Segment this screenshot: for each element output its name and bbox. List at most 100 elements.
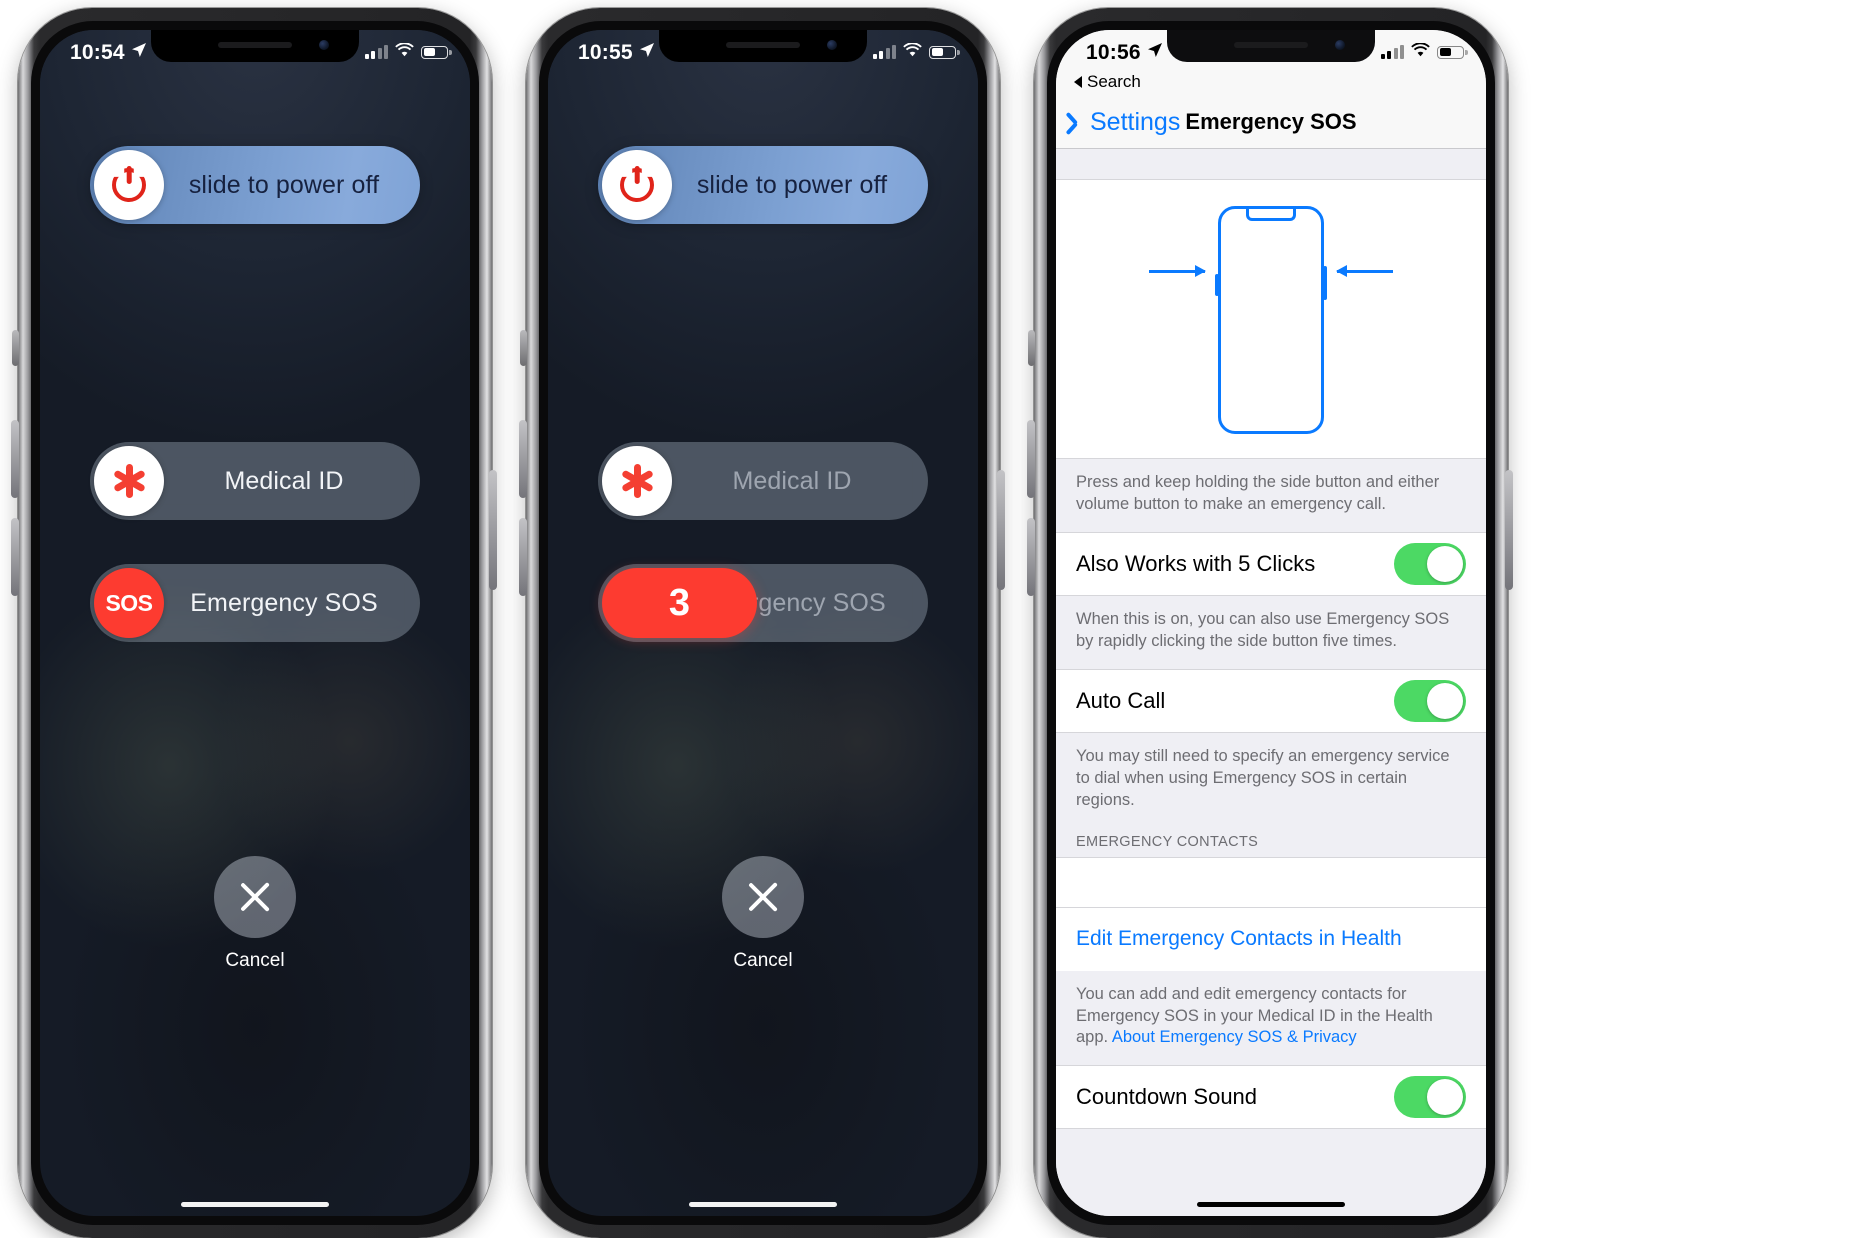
back-button-label: Settings	[1090, 107, 1181, 136]
cancel-button[interactable]	[722, 856, 804, 938]
cancel-label: Cancel	[733, 950, 793, 971]
status-time: 10:56	[1086, 40, 1141, 64]
five-clicks-footnote: When this is on, you can also use Emerge…	[1056, 595, 1486, 669]
medical-slider-wrap: Medical ID	[40, 442, 470, 520]
medical-id-slider[interactable]: Medical ID	[90, 442, 420, 520]
status-time: 10:54	[70, 40, 125, 64]
battery-icon	[929, 45, 960, 59]
arrow-left-icon	[1336, 265, 1393, 277]
sos-countdown-badge[interactable]: 3	[602, 568, 757, 638]
top-spacer	[1056, 149, 1486, 179]
battery-icon	[1437, 45, 1468, 59]
signal-bars-icon	[364, 44, 388, 59]
silent-switch[interactable]	[1028, 330, 1035, 366]
side-button-marker	[1323, 266, 1327, 300]
silent-switch[interactable]	[520, 330, 527, 366]
auto-call-toggle[interactable]	[1394, 679, 1466, 722]
phone-emergency-sos-settings: 10:56 Search Settings Emergency SOS Pres…	[1016, 0, 1524, 1238]
wifi-icon	[395, 41, 414, 62]
chevron-left-icon	[1072, 111, 1085, 134]
side-button[interactable]	[489, 470, 497, 590]
status-left: 10:54	[62, 42, 216, 63]
emergency-contacts-empty-row	[1056, 856, 1486, 907]
auto-call-footnote: You may still need to specify an emergen…	[1056, 732, 1486, 818]
breadcrumb-label: Search	[1087, 72, 1141, 91]
volume-down-button[interactable]	[1027, 518, 1035, 596]
sos-icon[interactable]: SOS	[94, 568, 164, 638]
battery-icon	[421, 45, 452, 59]
volume-up-button[interactable]	[1027, 420, 1035, 498]
silent-switch[interactable]	[12, 330, 19, 366]
slide-to-power-off[interactable]: slide to power off	[598, 146, 928, 224]
hero-footnote: Press and keep holding the side button a…	[1056, 459, 1486, 532]
screenshot-stage: 10:54 slide to power off Medical ID SOS …	[0, 0, 1876, 1238]
status-bar: 10:54	[40, 30, 470, 74]
arrow-right-icon	[1149, 265, 1206, 277]
signal-bars-icon	[872, 44, 896, 59]
volume-up-button[interactable]	[11, 420, 19, 498]
iphone-outline	[1218, 206, 1324, 434]
medical-id-slider[interactable]: Medical ID	[598, 442, 928, 520]
status-left: 10:55	[570, 42, 724, 63]
navbar: Settings Emergency SOS	[1056, 96, 1486, 148]
row-also-works-with-5-clicks[interactable]: Also Works with 5 Clicks	[1056, 531, 1486, 596]
close-icon	[746, 880, 780, 914]
page-title: Emergency SOS	[1185, 109, 1357, 134]
power-icon[interactable]	[602, 150, 672, 220]
cancel-label: Cancel	[225, 950, 285, 971]
emergency-sos-settings-page: 10:56 Search Settings Emergency SOS Pres…	[1056, 30, 1486, 1216]
phone-screen: 10:55 slide to power off Medical ID 3 Em…	[548, 30, 978, 1216]
volume-up-button[interactable]	[519, 420, 527, 498]
medical-id-icon[interactable]	[94, 446, 164, 516]
side-button[interactable]	[1505, 470, 1513, 590]
phone-screen: 10:56 Search Settings Emergency SOS Pres…	[1056, 30, 1486, 1216]
status-time: 10:55	[578, 40, 633, 64]
home-indicator[interactable]	[689, 1202, 837, 1207]
phone-sos-countdown: 10:55 slide to power off Medical ID 3 Em…	[508, 0, 1016, 1238]
location-arrow-icon	[131, 42, 147, 63]
row-label: Countdown Sound	[1076, 1084, 1258, 1110]
emergency-sos-slider[interactable]: SOS Emergency SOS	[90, 564, 420, 642]
breadcrumb-back-to-search[interactable]: Search	[1056, 72, 1486, 96]
phone-power-off: 10:54 slide to power off Medical ID SOS …	[0, 0, 508, 1238]
slide-to-power-off[interactable]: slide to power off	[90, 146, 420, 224]
volume-button-marker	[1215, 274, 1219, 296]
emergency-sos-slider[interactable]: 3 Emergency SOS	[598, 564, 928, 642]
about-privacy-link[interactable]: About Emergency SOS & Privacy	[1112, 1028, 1357, 1046]
close-icon	[238, 880, 272, 914]
five-clicks-toggle[interactable]	[1394, 542, 1466, 585]
sos-slider-wrap: 3 Emergency SOS	[548, 564, 978, 642]
cancel-button[interactable]	[214, 856, 296, 938]
front-camera	[1335, 40, 1345, 50]
back-triangle-icon	[1074, 76, 1082, 88]
medical-id-icon[interactable]	[602, 446, 672, 516]
row-label: Auto Call	[1076, 687, 1166, 713]
iphone-side-button-press-diagram-icon	[1141, 206, 1401, 436]
side-button-illustration-card	[1056, 179, 1486, 459]
status-right	[1380, 41, 1468, 62]
back-to-settings-button[interactable]: Settings	[1072, 108, 1180, 137]
countdown-sound-toggle[interactable]	[1394, 1076, 1466, 1119]
edit-contacts-link: Edit Emergency Contacts in Health	[1076, 927, 1402, 951]
status-bar: 10:55	[548, 30, 978, 74]
location-arrow-icon	[639, 42, 655, 63]
row-label: Also Works with 5 Clicks	[1076, 550, 1316, 576]
settings-scroll-area[interactable]: Press and keep holding the side button a…	[1056, 149, 1486, 1216]
status-right	[872, 41, 960, 62]
status-right	[364, 41, 452, 62]
row-auto-call[interactable]: Auto Call	[1056, 668, 1486, 733]
home-indicator[interactable]	[181, 1202, 329, 1207]
power-icon[interactable]	[94, 150, 164, 220]
power-slider-wrap: slide to power off	[548, 146, 978, 224]
notch	[1167, 30, 1375, 62]
side-button[interactable]	[997, 470, 1005, 590]
home-indicator[interactable]	[1197, 1202, 1345, 1207]
cancel-zone: Cancel	[548, 856, 978, 972]
edit-emergency-contacts-row[interactable]: Edit Emergency Contacts in Health	[1056, 906, 1486, 971]
volume-down-button[interactable]	[11, 518, 19, 596]
volume-down-button[interactable]	[519, 518, 527, 596]
signal-bars-icon	[1380, 44, 1404, 59]
location-arrow-icon	[1147, 42, 1163, 63]
sos-slider-wrap: SOS Emergency SOS	[40, 564, 470, 642]
row-countdown-sound[interactable]: Countdown Sound	[1056, 1065, 1486, 1130]
